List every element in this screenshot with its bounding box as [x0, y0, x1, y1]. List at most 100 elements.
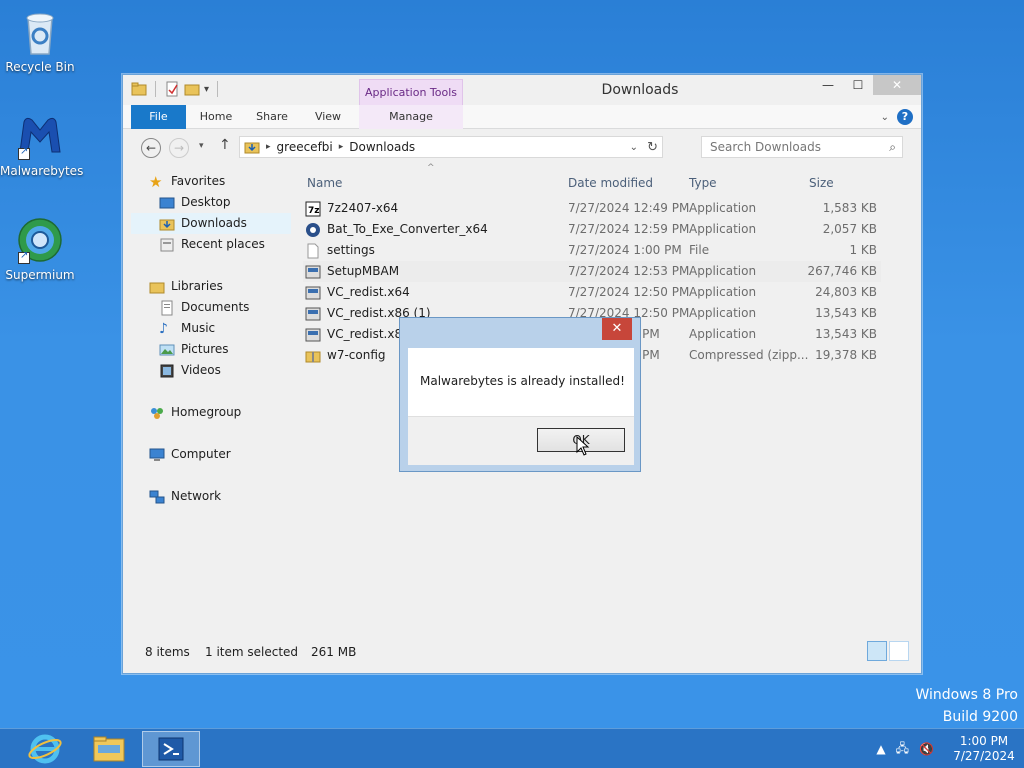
- desktop-icon-malwarebytes[interactable]: Malwarebytes: [0, 112, 84, 178]
- internet-explorer-icon: [28, 734, 62, 764]
- status-selection: 1 item selected: [205, 645, 299, 659]
- desktop-icon-supermium[interactable]: Supermium: [0, 216, 80, 282]
- installer-icon: [305, 328, 321, 341]
- breadcrumb-downloads[interactable]: Downloads: [349, 140, 415, 154]
- nav-network[interactable]: Network: [131, 486, 291, 507]
- search-icon[interactable]: ⌕: [889, 137, 896, 157]
- taskbar-internet-explorer[interactable]: [16, 731, 74, 767]
- nav-desktop[interactable]: Desktop: [131, 192, 291, 213]
- desktop-icon-label: Supermium: [5, 268, 75, 282]
- taskbar-clock[interactable]: 1:00 PM 7/27/2024: [944, 734, 1024, 764]
- nav-libraries[interactable]: Libraries: [131, 276, 291, 297]
- window-title: Downloads: [601, 82, 679, 98]
- details-view-icon[interactable]: [867, 641, 887, 661]
- maximize-icon[interactable]: ☐: [843, 75, 873, 95]
- recycle-bin-icon: [16, 8, 64, 56]
- large-icons-view-icon[interactable]: [889, 641, 909, 661]
- clock-date: 7/27/2024: [953, 749, 1015, 763]
- dialog-close-button[interactable]: ✕: [602, 318, 632, 340]
- nav-computer[interactable]: Computer: [131, 444, 291, 465]
- status-size: 261 MB: [311, 645, 357, 659]
- breadcrumb-greecefbi[interactable]: greecefbi: [277, 140, 333, 154]
- forward-icon[interactable]: →: [169, 138, 189, 158]
- shortcut-arrow-icon: [18, 146, 30, 160]
- file-row[interactable]: settings 7/27/2024 1:00 PM File 1 KB: [303, 240, 881, 261]
- system-tray: ▲ 🖧 🔇 1:00 PM 7/27/2024: [876, 729, 1024, 768]
- close-icon[interactable]: ✕: [873, 75, 921, 95]
- nav-documents[interactable]: Documents: [131, 297, 291, 318]
- file-row[interactable]: Bat_To_Exe_Converter_x64 7/27/2024 12:59…: [303, 219, 881, 240]
- up-icon[interactable]: ↑: [219, 137, 231, 153]
- documents-icon: [161, 300, 173, 315]
- desktop-icon: [159, 197, 175, 208]
- 7zip-icon: 7z: [305, 201, 321, 216]
- dialog-footer: OK: [408, 416, 634, 465]
- ribbon-tabs: Manage File Home Share View ⌄ ?: [123, 105, 921, 129]
- show-hidden-icons-icon[interactable]: ▲: [876, 742, 885, 756]
- recent-places-icon: [160, 238, 174, 251]
- view-toggle: [867, 641, 909, 661]
- nav-music[interactable]: ♪ Music: [131, 318, 291, 339]
- status-bar: 8 items 1 item selected 261 MB: [123, 635, 921, 673]
- ribbon-right-controls: ⌄ ?: [881, 109, 913, 125]
- powershell-icon: [158, 737, 184, 761]
- file-row[interactable]: 7z 7z2407-x64 7/27/2024 12:49 PM Applicat…: [303, 198, 881, 219]
- dialog-message: Malwarebytes is already installed!: [420, 374, 625, 388]
- supermium-icon: [16, 216, 64, 264]
- expand-ribbon-icon[interactable]: ⌄: [881, 112, 889, 123]
- svg-text:7z: 7z: [308, 206, 320, 216]
- tab-home[interactable]: Home: [193, 105, 239, 129]
- pictures-icon: [159, 344, 175, 355]
- nav-pictures[interactable]: Pictures: [131, 339, 291, 360]
- taskbar: ▲ 🖧 🔇 1:00 PM 7/27/2024: [0, 728, 1024, 768]
- nav-favorites[interactable]: ★ Favorites: [131, 171, 291, 192]
- music-icon: ♪: [159, 320, 168, 337]
- address-dropdown-icon[interactable]: ⌄: [630, 142, 638, 153]
- back-icon[interactable]: ←: [141, 138, 161, 158]
- column-header-size[interactable]: Size: [809, 171, 834, 195]
- minimize-icon[interactable]: —: [813, 75, 843, 95]
- taskbar-file-explorer[interactable]: [80, 731, 138, 767]
- navigation-bar: ← → ▾ ↑ ▸ greecefbi ▸ Downloads ⌄ ↻ Sear…: [123, 131, 921, 163]
- libraries-icon: [149, 282, 165, 293]
- nav-recent-places[interactable]: Recent places: [131, 234, 291, 255]
- nav-videos[interactable]: Videos: [131, 360, 291, 381]
- tab-file[interactable]: File: [131, 105, 186, 129]
- network-icon[interactable]: 🖧: [896, 739, 909, 760]
- desktop-icon-recycle-bin[interactable]: Recycle Bin: [0, 8, 80, 74]
- dialog-body: Malwarebytes is already installed!: [408, 348, 634, 416]
- nav-homegroup[interactable]: Homegroup: [131, 402, 291, 423]
- refresh-icon[interactable]: ↻: [647, 140, 658, 155]
- volume-muted-icon[interactable]: 🔇: [919, 742, 934, 756]
- column-header-name[interactable]: Name: [307, 171, 342, 195]
- address-bar[interactable]: ▸ greecefbi ▸ Downloads ⌄ ↻: [239, 136, 663, 158]
- file-row-selected[interactable]: SetupMBAM 7/27/2024 12:53 PM Application…: [303, 261, 881, 282]
- title-bar: ▾ Application Tools Downloads — ☐ ✕: [123, 75, 921, 105]
- taskbar-powershell[interactable]: [142, 731, 200, 767]
- column-header-type[interactable]: Type: [689, 171, 717, 195]
- shortcut-arrow-icon: [18, 250, 30, 264]
- nav-downloads[interactable]: Downloads: [131, 213, 291, 234]
- windows-build-watermark: Windows 8 Pro Build 9200: [915, 684, 1018, 728]
- downloads-icon: [159, 219, 175, 230]
- help-icon[interactable]: ?: [897, 109, 913, 125]
- window-controls: — ☐ ✕: [813, 75, 921, 95]
- watermark-build: Build 9200: [942, 709, 1018, 725]
- tab-share[interactable]: Share: [249, 105, 295, 129]
- column-header-date[interactable]: Date modified: [568, 171, 653, 195]
- file-row[interactable]: VC_redist.x64 7/27/2024 12:50 PM Applica…: [303, 282, 881, 303]
- breadcrumb-arrow-icon: ▸: [266, 142, 271, 152]
- tab-manage[interactable]: Manage: [359, 105, 463, 129]
- tab-view[interactable]: View: [305, 105, 351, 129]
- desktop-icon-label: Malwarebytes: [0, 164, 84, 178]
- search-input[interactable]: Search Downloads ⌕: [701, 136, 903, 158]
- gear-app-icon: [306, 222, 320, 237]
- recent-locations-icon[interactable]: ▾: [199, 141, 204, 151]
- clock-time: 1:00 PM: [959, 734, 1009, 748]
- malwarebytes-icon: [16, 112, 64, 160]
- desktop-icon-label: Recycle Bin: [5, 60, 75, 74]
